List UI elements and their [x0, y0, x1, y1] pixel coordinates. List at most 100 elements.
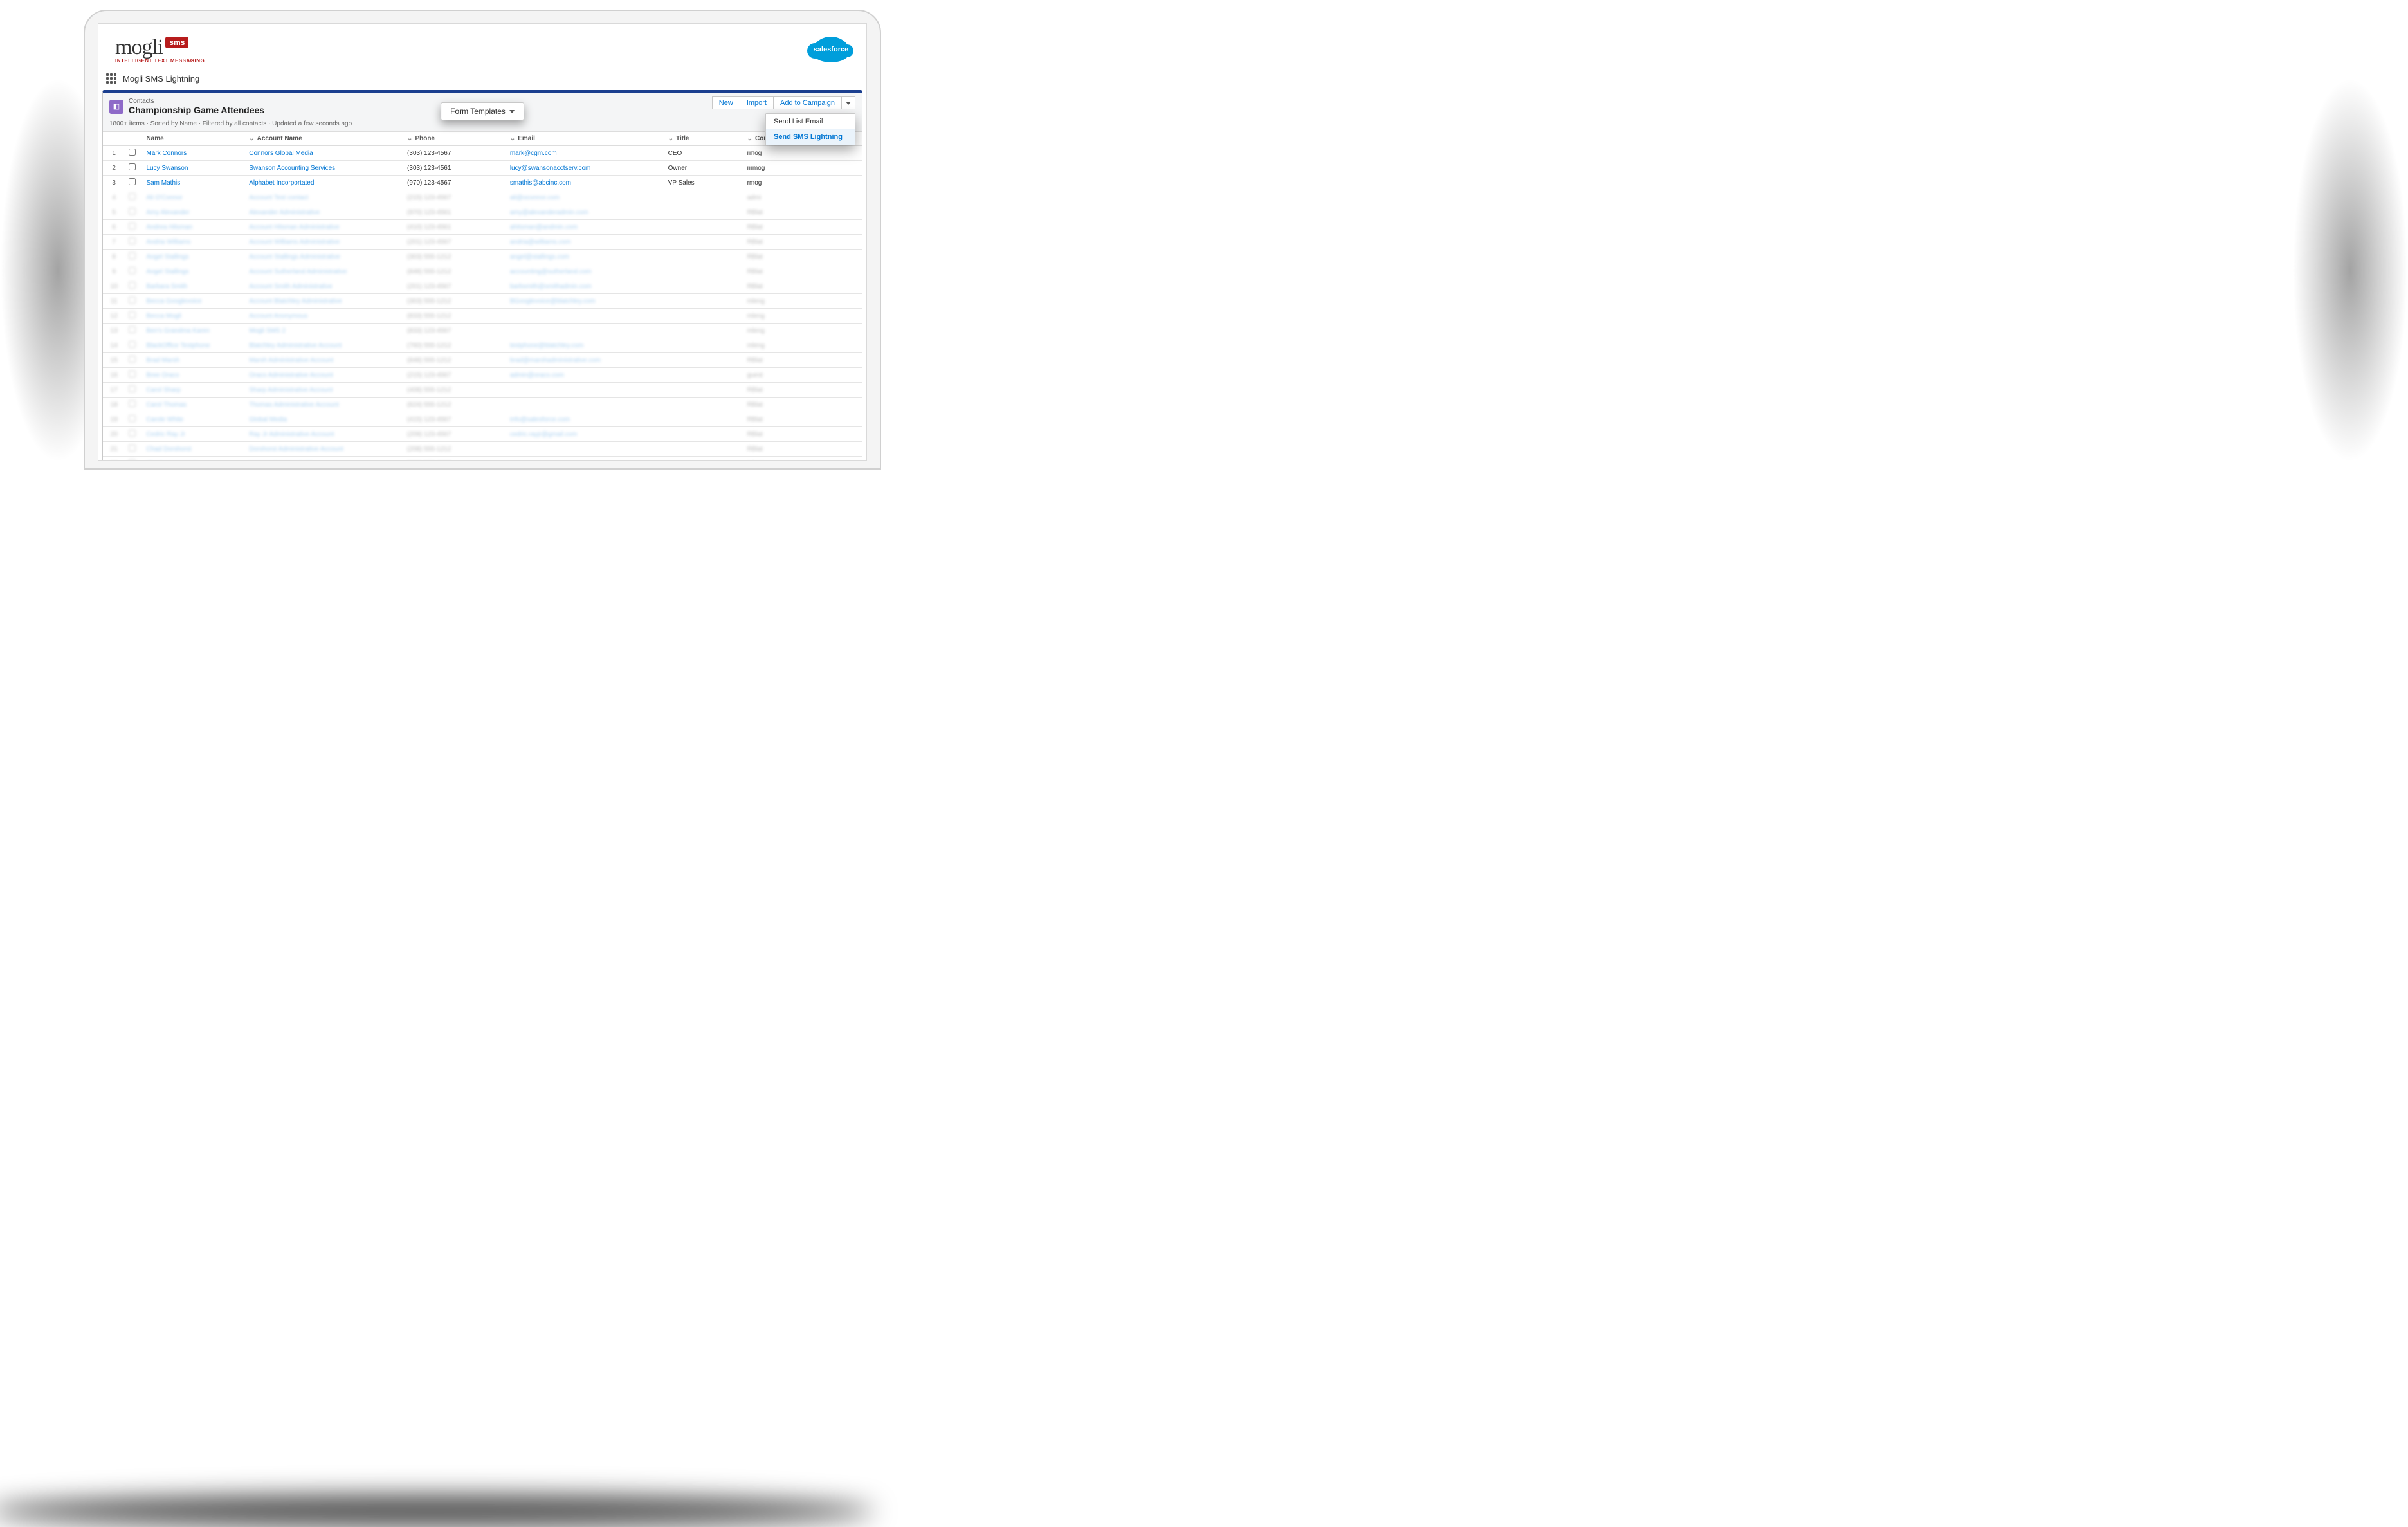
- cell-account[interactable]: Account Stallings Administrative: [245, 250, 403, 264]
- cell-email[interactable]: accounting@sutherland.com: [506, 264, 664, 279]
- cell-name[interactable]: Bree Oraco: [142, 368, 245, 383]
- cell-email[interactable]: ahitsman@andmin.com: [506, 220, 664, 235]
- cell-account[interactable]: Account Anonymous: [245, 309, 403, 324]
- cell-account[interactable]: Dorshorst Administrative Account: [245, 442, 403, 457]
- row-checkbox[interactable]: [125, 398, 142, 412]
- cell-account[interactable]: Account Blatchley Administrative: [245, 294, 403, 309]
- more-actions-button[interactable]: [841, 96, 855, 109]
- cell-email[interactable]: ali@oconnor.com: [506, 190, 664, 205]
- col-phone[interactable]: ⌄Phone: [403, 132, 506, 146]
- table-row[interactable]: 13Ben's Grandma KarenMogli SMS 2(833) 12…: [103, 324, 862, 338]
- cell-email[interactable]: [506, 398, 664, 412]
- row-checkbox[interactable]: [125, 205, 142, 220]
- cell-name[interactable]: Ben's Grandma Karen: [142, 324, 245, 338]
- cell-account[interactable]: Swanson Accounting Services: [245, 161, 403, 176]
- cell-email[interactable]: BGooglevoice@blatchley.com: [506, 294, 664, 309]
- row-checkbox[interactable]: [125, 412, 142, 427]
- add-to-campaign-button[interactable]: Add to Campaign: [773, 96, 842, 109]
- col-email[interactable]: ⌄Email: [506, 132, 664, 146]
- cell-email[interactable]: smathis@abcinc.com: [506, 176, 664, 190]
- row-checkbox[interactable]: [125, 146, 142, 161]
- cell-email[interactable]: [506, 324, 664, 338]
- table-row[interactable]: 3Sam MathisAlphabet Incorportated(970) 1…: [103, 176, 862, 190]
- cell-email[interactable]: cedric.rayjr@gmail.com: [506, 427, 664, 442]
- col-account[interactable]: ⌄Account Name: [245, 132, 403, 146]
- table-row[interactable]: 1Mark ConnorsConnors Global Media(303) 1…: [103, 146, 862, 161]
- table-row[interactable]: 17Carol SharpSharp Administrative Accoun…: [103, 383, 862, 398]
- menu-send-sms-lightning[interactable]: Send SMS Lightning: [766, 129, 855, 145]
- row-checkbox[interactable]: [125, 190, 142, 205]
- table-row[interactable]: 22Charlie LesgrandeLesgrande Household(9…: [103, 457, 862, 461]
- table-row[interactable]: 9Angel StallingsAccount Sutherland Admin…: [103, 264, 862, 279]
- cell-email[interactable]: andria@williams.com: [506, 235, 664, 250]
- col-title[interactable]: ⌄Title: [664, 132, 743, 146]
- row-checkbox[interactable]: [125, 368, 142, 383]
- row-checkbox[interactable]: [125, 457, 142, 461]
- cell-email[interactable]: brad@marshadministrative.com: [506, 353, 664, 368]
- table-row[interactable]: 7Andria WilliamsAccount Williams Adminis…: [103, 235, 862, 250]
- row-checkbox[interactable]: [125, 294, 142, 309]
- row-checkbox[interactable]: [125, 353, 142, 368]
- cell-account[interactable]: Oraco Administrative Account: [245, 368, 403, 383]
- row-checkbox[interactable]: [125, 264, 142, 279]
- cell-email[interactable]: admin@oraco.com: [506, 368, 664, 383]
- cell-name[interactable]: Andria Williams: [142, 235, 245, 250]
- cell-name[interactable]: BlackOffice Testphone: [142, 338, 245, 353]
- row-checkbox[interactable]: [125, 338, 142, 353]
- cell-email[interactable]: [506, 309, 664, 324]
- table-row[interactable]: 18Carol ThomasThomas Administrative Acco…: [103, 398, 862, 412]
- cell-account[interactable]: Connors Global Media: [245, 146, 403, 161]
- new-button[interactable]: New: [712, 96, 740, 109]
- row-checkbox[interactable]: [125, 427, 142, 442]
- cell-name[interactable]: Becca Mogli: [142, 309, 245, 324]
- menu-send-list-email[interactable]: Send List Email: [766, 114, 855, 129]
- cell-name[interactable]: Carol Sharp: [142, 383, 245, 398]
- table-row[interactable]: 11Becca GooglevoiceAccount Blatchley Adm…: [103, 294, 862, 309]
- cell-email[interactable]: [506, 457, 664, 461]
- row-checkbox[interactable]: [125, 250, 142, 264]
- row-checkbox[interactable]: [125, 442, 142, 457]
- cell-account[interactable]: Marsh Administrative Account: [245, 353, 403, 368]
- table-row[interactable]: 6Andrea HitsmanAccount Hitsman Administr…: [103, 220, 862, 235]
- cell-email[interactable]: barbsmith@smithadmin.com: [506, 279, 664, 294]
- cell-account[interactable]: Thomas Administrative Account: [245, 398, 403, 412]
- table-row[interactable]: 4Ali O'ConnorAccount Test contact(215) 1…: [103, 190, 862, 205]
- cell-name[interactable]: Brad Marsh: [142, 353, 245, 368]
- row-checkbox[interactable]: [125, 220, 142, 235]
- cell-email[interactable]: lucy@swansonacctserv.com: [506, 161, 664, 176]
- table-row[interactable]: 5Amy AlexanderAlexander Administrative(9…: [103, 205, 862, 220]
- cell-name[interactable]: Charlie Lesgrande: [142, 457, 245, 461]
- row-checkbox[interactable]: [125, 161, 142, 176]
- cell-name[interactable]: Lucy Swanson: [142, 161, 245, 176]
- cell-account[interactable]: Blatchley Administrative Account: [245, 338, 403, 353]
- table-row[interactable]: 19Carole WhiteGlobal Media(415) 123-4567…: [103, 412, 862, 427]
- cell-email[interactable]: [506, 442, 664, 457]
- row-checkbox[interactable]: [125, 383, 142, 398]
- cell-account[interactable]: Global Media: [245, 412, 403, 427]
- table-row[interactable]: 16Bree OracoOraco Administrative Account…: [103, 368, 862, 383]
- col-name[interactable]: Name: [142, 132, 245, 146]
- table-row[interactable]: 21Chad DorshorstDorshorst Administrative…: [103, 442, 862, 457]
- cell-account[interactable]: Account Hitsman Administrative: [245, 220, 403, 235]
- table-row[interactable]: 10Barbara SmithAccount Smith Administrat…: [103, 279, 862, 294]
- cell-name[interactable]: Angel Stallings: [142, 250, 245, 264]
- row-checkbox[interactable]: [125, 235, 142, 250]
- cell-account[interactable]: Ray Jr Administrative Account: [245, 427, 403, 442]
- row-checkbox[interactable]: [125, 279, 142, 294]
- cell-account[interactable]: Account Williams Administrative: [245, 235, 403, 250]
- app-launcher-icon[interactable]: [106, 73, 116, 84]
- import-button[interactable]: Import: [740, 96, 774, 109]
- cell-account[interactable]: Account Sutherland Administrative: [245, 264, 403, 279]
- cell-name[interactable]: Chad Dorshorst: [142, 442, 245, 457]
- cell-name[interactable]: Carol Thomas: [142, 398, 245, 412]
- list-view-title[interactable]: Championship Game Attendees: [129, 105, 264, 115]
- cell-name[interactable]: Ali O'Connor: [142, 190, 245, 205]
- cell-name[interactable]: Andrea Hitsman: [142, 220, 245, 235]
- cell-account[interactable]: Sharp Administrative Account: [245, 383, 403, 398]
- cell-name[interactable]: Carole White: [142, 412, 245, 427]
- table-row[interactable]: 20Cedric Ray JrRay Jr Administrative Acc…: [103, 427, 862, 442]
- cell-account[interactable]: Mogli SMS 2: [245, 324, 403, 338]
- cell-name[interactable]: Cedric Ray Jr: [142, 427, 245, 442]
- cell-email[interactable]: angel@stallings.com: [506, 250, 664, 264]
- cell-account[interactable]: Lesgrande Household: [245, 457, 403, 461]
